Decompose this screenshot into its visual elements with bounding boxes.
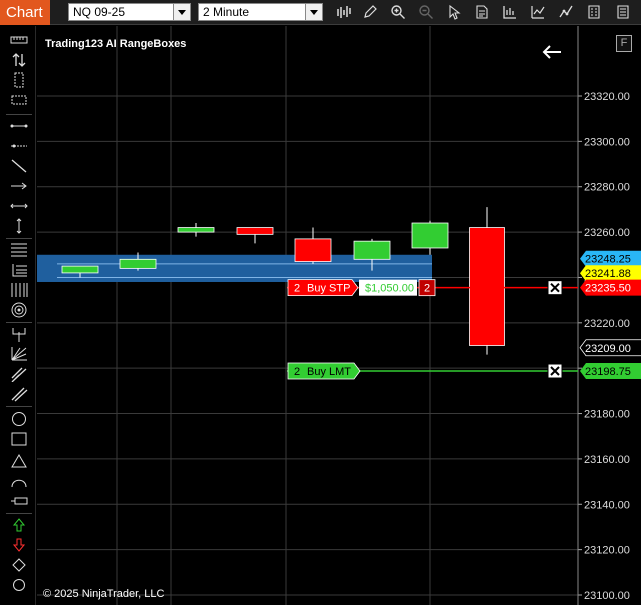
horizontal-line-icon[interactable] [10,198,28,214]
price-marker-label: 23248.25 [585,254,631,266]
y-tick-label: 23100.00 [584,590,630,602]
indicator-label: Trading123 AI RangeBoxes [45,38,187,50]
dot-icon[interactable] [10,577,28,593]
vertical-line-icon[interactable] [10,218,28,234]
price-marker-label: 23209.00 [585,343,631,355]
triangle-icon[interactable] [10,453,28,469]
menu-icon[interactable] [615,4,631,20]
y-tick-label: 23260.00 [584,227,630,239]
cursor-icon[interactable] [446,4,462,20]
candle-body [61,265,99,274]
zoom-in-icon[interactable] [390,4,406,20]
y-tick-label: 23280.00 [584,182,630,194]
price-marker-label: 23198.75 [585,366,631,378]
chevron-down-icon [173,4,190,20]
y-tick-label: 23300.00 [584,136,630,148]
andrews-pitchfork-icon[interactable] [10,326,28,342]
pencil-icon[interactable] [362,4,378,20]
price-marker-label: 23235.50 [585,283,631,295]
diamond-icon[interactable] [10,557,28,573]
ray-icon[interactable] [10,138,28,154]
strategies-icon[interactable] [558,4,574,20]
candle-body [177,227,215,233]
drawing-tools-bar [0,26,36,605]
gann-fan-icon[interactable] [10,346,28,362]
zoom-out-icon[interactable] [418,4,434,20]
chevron-down-icon [305,4,322,20]
trend-channel-icon[interactable] [10,386,28,402]
rectangle-icon[interactable] [10,431,28,447]
arrow-line-icon[interactable] [10,178,28,194]
fibonacci-retracement-icon[interactable] [10,242,28,258]
candle-body [236,227,274,235]
regression-channel-icon[interactable] [10,366,28,382]
arrow-up-icon[interactable] [10,517,28,533]
buy-stop-qty: 2 [294,283,300,295]
y-tick-label: 23320.00 [584,91,630,103]
data-box-icon[interactable] [474,4,490,20]
y-tick-label: 23120.00 [584,545,630,557]
y-tick-label: 23160.00 [584,454,630,466]
arrow-left-icon[interactable] [541,44,563,60]
interval-value: 2 Minute [203,5,250,19]
chart-style-icon[interactable] [502,4,518,20]
chart-toolbar: Chart NQ 09-25 2 Minute [0,0,641,25]
instrument-selector[interactable]: NQ 09-25 [68,3,191,21]
properties-icon[interactable] [586,4,602,20]
buy-stop-label: Buy STP [307,283,350,295]
text-tool-icon[interactable] [10,493,28,509]
y-tick-label: 23180.00 [584,409,630,421]
interval-selector[interactable]: 2 Minute [198,3,323,21]
divider [6,238,32,239]
candle-body [411,222,449,249]
price-chart[interactable]: 23320.0023300.0023280.0023260.0023240.00… [37,26,641,605]
divider [6,513,32,514]
candle-body [119,258,157,269]
y-tick-label: 23220.00 [584,318,630,330]
f-button[interactable]: F [616,35,632,52]
fibonacci-time-icon[interactable] [10,282,28,298]
candle-body [294,238,332,262]
divider [6,322,32,323]
ellipse-icon[interactable] [10,411,28,427]
chart-tab[interactable]: Chart [0,0,50,25]
line-icon[interactable] [10,118,28,134]
fibonacci-extension-icon[interactable] [10,262,28,278]
pnl-value: $1,050.00 [365,283,414,295]
divider [6,406,32,407]
fibonacci-circle-icon[interactable] [10,302,28,318]
diagonal-line-icon[interactable] [10,158,28,174]
ruler-icon[interactable] [10,32,28,48]
price-marker-label: 23241.88 [585,268,631,280]
region-highlight-y-icon[interactable] [10,72,28,88]
chart-panel[interactable]: 23320.0023300.0023280.0023260.0023240.00… [37,26,641,605]
y-tick-label: 23140.00 [584,499,630,511]
arc-icon[interactable] [10,473,28,489]
region-highlight-x-icon[interactable] [10,92,28,108]
candle-body [353,240,391,260]
buy-limit-qty: 2 [294,366,300,378]
arrow-down-icon[interactable] [10,537,28,553]
copyright-text: © 2025 NinjaTrader, LLC [43,588,165,600]
instrument-value: NQ 09-25 [73,5,126,19]
bars-type-icon[interactable] [336,4,352,20]
indicators-icon[interactable] [530,4,546,20]
buy-limit-label: Buy LMT [307,366,351,378]
divider [6,114,32,115]
candle-body [469,227,505,346]
risk-reward-icon[interactable] [10,52,28,68]
position-qty: 2 [424,283,430,295]
